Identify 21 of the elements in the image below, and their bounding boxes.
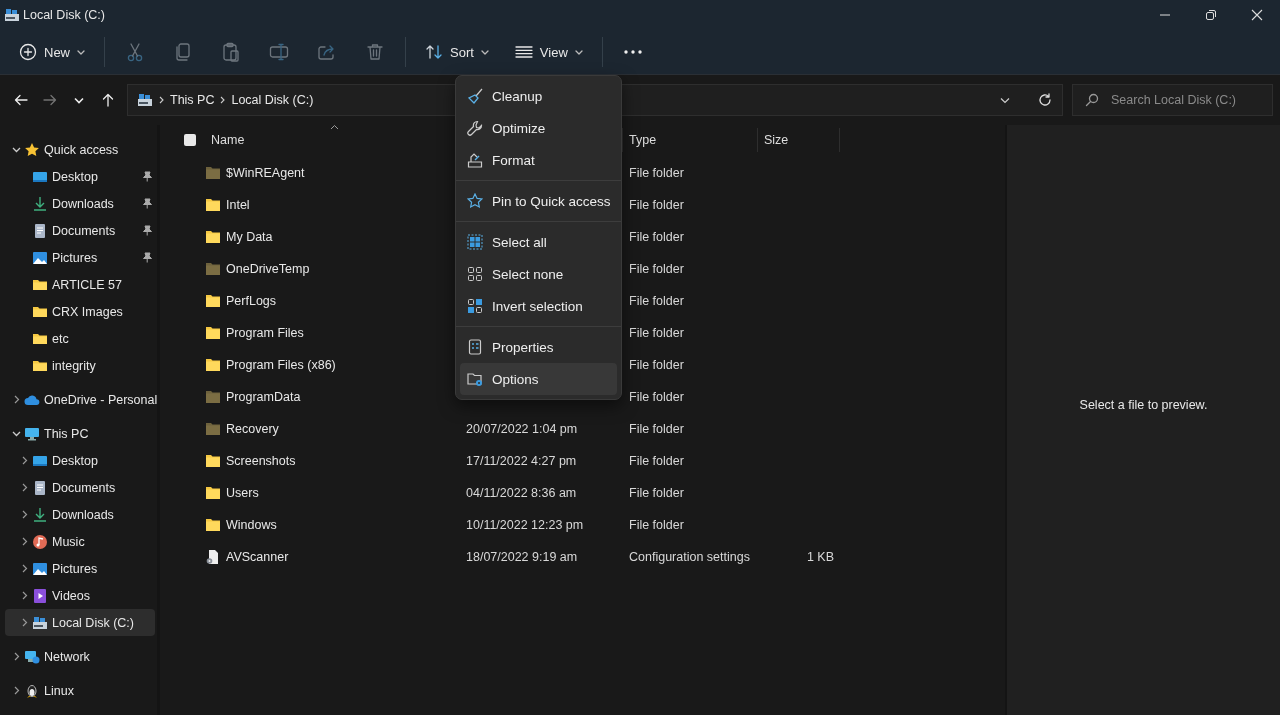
date-cell-text: 18/07/2022 9:19 am — [465, 550, 579, 564]
date-cell-text: 17/11/2022 4:27 pm — [465, 454, 578, 468]
type-cell-text: File folder — [628, 358, 685, 372]
type-cell-text: File folder — [628, 198, 685, 212]
preview-message: Select a file to preview. — [1079, 398, 1208, 412]
type-cell-text: File folder — [628, 262, 685, 276]
type-cell-text: File folder — [628, 390, 685, 404]
type-cell-text: File folder — [628, 486, 685, 500]
size-cell-text: 1 KB — [805, 550, 835, 564]
type-cell-text: Configuration settings — [628, 550, 751, 564]
type-cell-text: File folder — [628, 454, 685, 468]
type-cell-text: File folder — [628, 294, 685, 308]
type-cell-text: File folder — [628, 326, 685, 340]
window-title: Local Disk (C:) — [23, 8, 106, 22]
date-cell-text: 10/11/2022 12:23 pm — [465, 518, 585, 532]
type-cell-text: File folder — [628, 166, 685, 180]
date-cell-text: 04/11/2022 8:36 am — [465, 486, 578, 500]
type-cell-text: File folder — [628, 518, 685, 532]
date-cell-text: 20/07/2022 1:04 pm — [465, 422, 579, 436]
type-cell-text: File folder — [628, 422, 685, 436]
type-cell-text: File folder — [628, 230, 685, 244]
